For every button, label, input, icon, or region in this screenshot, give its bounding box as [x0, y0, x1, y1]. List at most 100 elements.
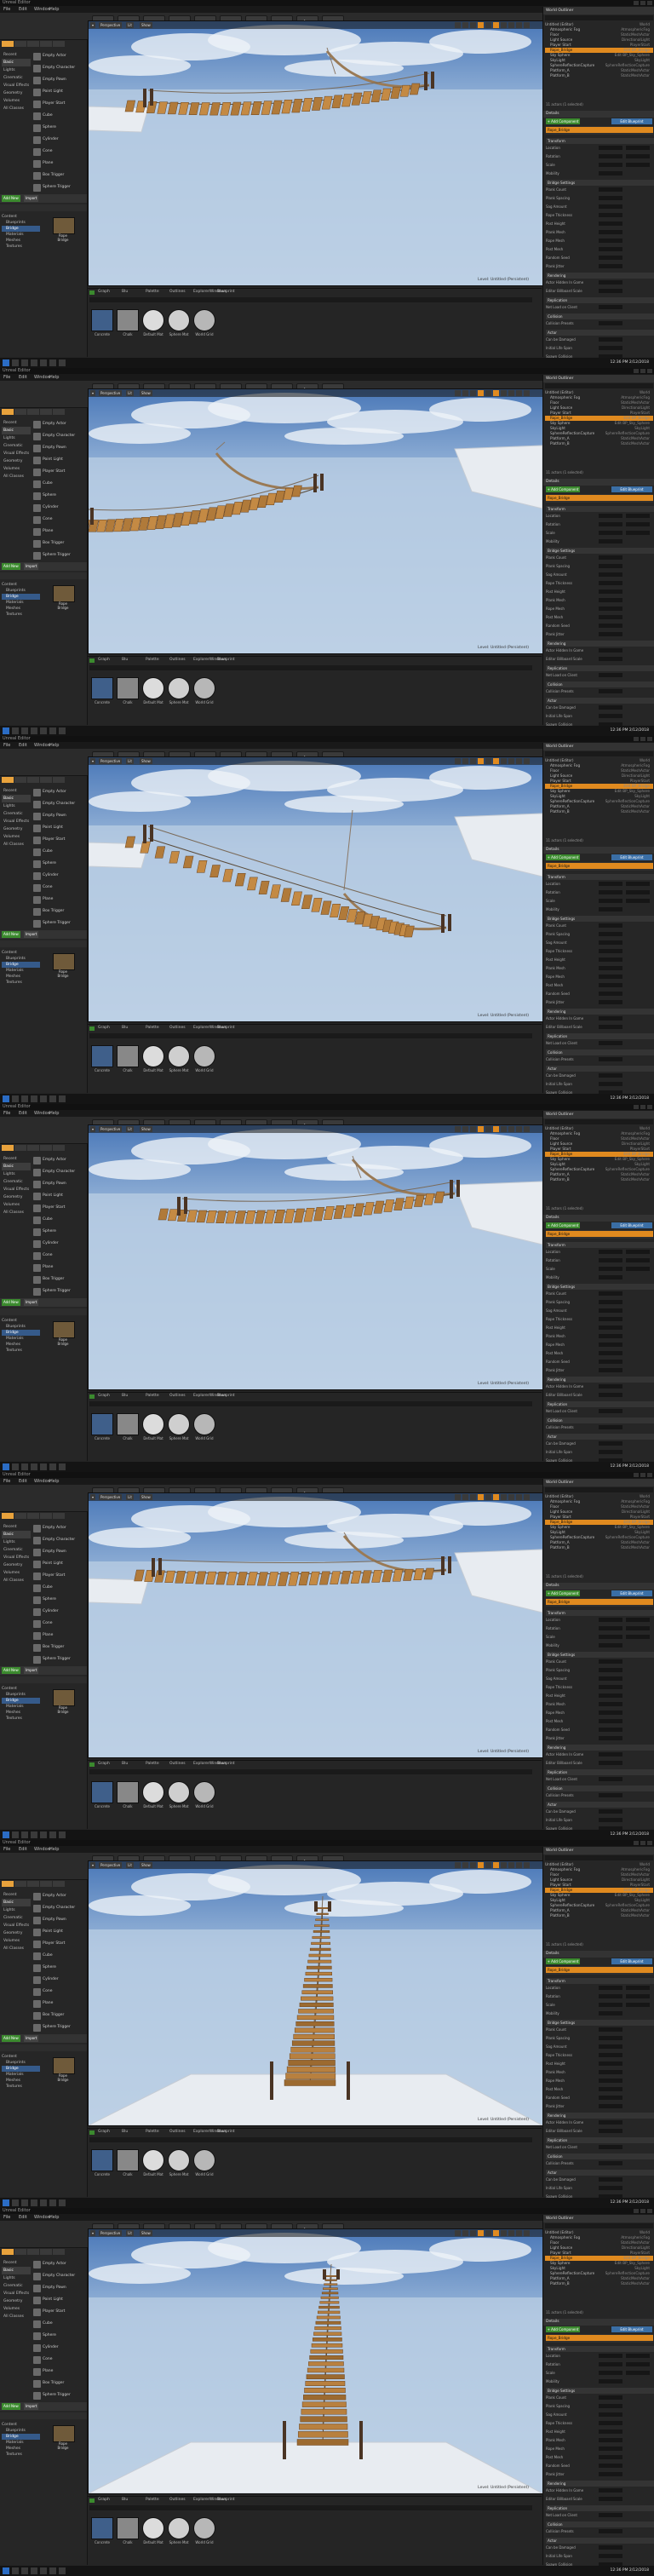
placeable-actor-item[interactable]: Cylinder	[32, 1975, 85, 1987]
menu-item[interactable]: File	[3, 1111, 10, 1116]
import-button[interactable]: Import	[24, 931, 39, 938]
place-mode-tab[interactable]	[2, 777, 14, 783]
selected-component[interactable]: Rope_Bridge	[546, 2334, 653, 2343]
place-category[interactable]: Lights	[2, 1906, 31, 1914]
transform-snap-toggle[interactable]	[508, 1494, 514, 1500]
place-category[interactable]: Lights	[2, 434, 31, 442]
place-category[interactable]: Recent	[2, 1891, 31, 1899]
property-value-field[interactable]	[599, 1728, 622, 1732]
transform-snap-toggle[interactable]	[516, 1126, 522, 1132]
folder-item[interactable]: Blueprints	[2, 220, 40, 226]
material-thumbnail[interactable]: Chalk	[117, 1413, 139, 1440]
details-section-header[interactable]: Bridge Settings	[546, 180, 654, 186]
property-value-field[interactable]	[626, 1626, 650, 1630]
bottom-tab[interactable]: Blueprint	[217, 658, 235, 662]
property-value-field[interactable]	[599, 1761, 622, 1765]
material-thumbnail[interactable]: Default Mat	[142, 2149, 164, 2176]
folder-item[interactable]: Textures	[2, 1716, 40, 1722]
placeable-actor-item[interactable]: Cone	[32, 883, 85, 894]
unreal-icon[interactable]	[49, 2199, 56, 2206]
placeable-actor-item[interactable]: Sphere Trigger	[32, 2390, 85, 2402]
transform-snap-toggle[interactable]	[493, 1494, 499, 1500]
place-category[interactable]: Visual Effects	[2, 1554, 31, 1561]
property-value-field[interactable]	[599, 146, 622, 150]
bridge-plank[interactable]	[315, 2320, 341, 2325]
details-section-header[interactable]: Transform	[546, 1978, 654, 1984]
selected-component[interactable]: Rope_Bridge	[546, 862, 653, 871]
placeable-actor-item[interactable]: Plane	[32, 894, 85, 906]
place-category[interactable]: All Classes	[2, 473, 31, 480]
property-value-field[interactable]	[599, 1626, 622, 1630]
folder-item[interactable]: Meshes	[2, 238, 40, 244]
explorer-icon[interactable]	[31, 359, 37, 366]
placeable-actor-item[interactable]: Cube	[32, 1951, 85, 1963]
perspective-button[interactable]: Perspective	[99, 758, 123, 764]
folder-item[interactable]: Bridge	[2, 1698, 40, 1704]
add-component-button[interactable]: + Add Component	[546, 2326, 580, 2332]
placeable-actor-item[interactable]: Empty Character	[32, 2271, 85, 2283]
place-category[interactable]: All Classes	[2, 1945, 31, 1952]
placeable-actor-item[interactable]: Sphere Trigger	[32, 2022, 85, 2034]
material-thumbnail[interactable]: Concrete	[91, 1045, 113, 1072]
placeable-actor-item[interactable]: Empty Actor	[32, 419, 85, 431]
property-value-field[interactable]	[599, 564, 622, 568]
folder-item[interactable]: Materials	[2, 2440, 40, 2446]
details-section-header[interactable]: Rendering	[546, 1745, 654, 1751]
placeable-actor-item[interactable]: Player Start	[32, 1203, 85, 1215]
bridge-plank[interactable]	[299, 2002, 334, 2008]
material-thumbnail[interactable]: Chalk	[117, 677, 139, 704]
level-viewport[interactable]: ▾ Perspective Lit Show Level: Untitled (Pers…	[88, 388, 543, 654]
content-search-bar[interactable]	[0, 572, 87, 579]
bottom-tab[interactable]: Palette	[146, 1762, 159, 1766]
bridge-plank[interactable]	[325, 2275, 337, 2277]
close-button[interactable]	[647, 737, 652, 741]
import-button[interactable]: Import	[24, 2403, 39, 2410]
transform-snap-toggle[interactable]	[455, 390, 461, 396]
close-button[interactable]	[647, 1105, 652, 1109]
import-button[interactable]: Import	[24, 563, 39, 570]
bottom-tab[interactable]: Outlines	[169, 2498, 186, 2502]
bridge-plank[interactable]	[319, 2301, 340, 2304]
property-value-field[interactable]	[599, 882, 622, 886]
taskbar-clock[interactable]: 12:36 PM 2/12/2018	[610, 360, 649, 365]
platform[interactable]	[89, 1578, 149, 1605]
folder-item[interactable]: Textures	[2, 2084, 40, 2090]
paint-mode-tab[interactable]	[14, 41, 26, 47]
placeable-actor-item[interactable]: Cube	[32, 2319, 85, 2331]
property-value-field[interactable]	[599, 171, 622, 175]
minimize-button[interactable]	[634, 2209, 639, 2213]
property-value-field[interactable]	[599, 2079, 622, 2083]
transform-snap-toggle[interactable]	[524, 1494, 530, 1500]
property-value-field[interactable]	[599, 1676, 622, 1681]
bridge-post[interactable]	[314, 1901, 318, 1912]
bridge-plank[interactable]	[291, 2040, 336, 2046]
folder-item[interactable]: Meshes	[2, 1342, 40, 1348]
bridge-plank[interactable]	[315, 1918, 330, 1921]
property-value-field[interactable]	[599, 1635, 622, 1639]
property-value-field[interactable]	[626, 890, 650, 894]
property-value-field[interactable]	[599, 966, 622, 970]
folder-item[interactable]: Content	[2, 2054, 40, 2060]
details-section-header[interactable]: Actor	[546, 2170, 654, 2176]
details-section-header[interactable]: Collision	[546, 1417, 654, 1423]
bottom-tab[interactable]: Blueprint	[217, 290, 235, 294]
bridge-post[interactable]	[424, 72, 427, 90]
placeable-actor-item[interactable]: Empty Actor	[32, 787, 85, 799]
explorer-icon[interactable]	[31, 1463, 37, 1470]
menu-item[interactable]: File	[3, 1479, 10, 1484]
menu-item[interactable]: Help	[49, 375, 59, 380]
folder-item[interactable]: Content	[2, 950, 40, 956]
edit-blueprint-button[interactable]: Edit Blueprint	[611, 118, 652, 124]
level-viewport[interactable]: ▾ Perspective Lit Show Level: Untitled (Pers…	[88, 1860, 543, 2126]
placeable-actor-item[interactable]: Box Trigger	[32, 2010, 85, 2022]
place-category[interactable]: Cinematic	[2, 2282, 31, 2290]
bottom-tab[interactable]: Blu	[122, 1762, 128, 1766]
show-button[interactable]: Show	[140, 1126, 152, 1132]
transform-snap-toggle[interactable]	[478, 22, 484, 28]
material-thumbnail[interactable]: Concrete	[91, 1413, 113, 1440]
foliage-mode-tab[interactable]	[40, 409, 52, 415]
transform-snap-toggle[interactable]	[516, 1862, 522, 1868]
place-category[interactable]: Visual Effects	[2, 818, 31, 825]
bridge-plank[interactable]	[308, 1953, 331, 1958]
menu-item[interactable]: Window	[34, 1111, 51, 1116]
